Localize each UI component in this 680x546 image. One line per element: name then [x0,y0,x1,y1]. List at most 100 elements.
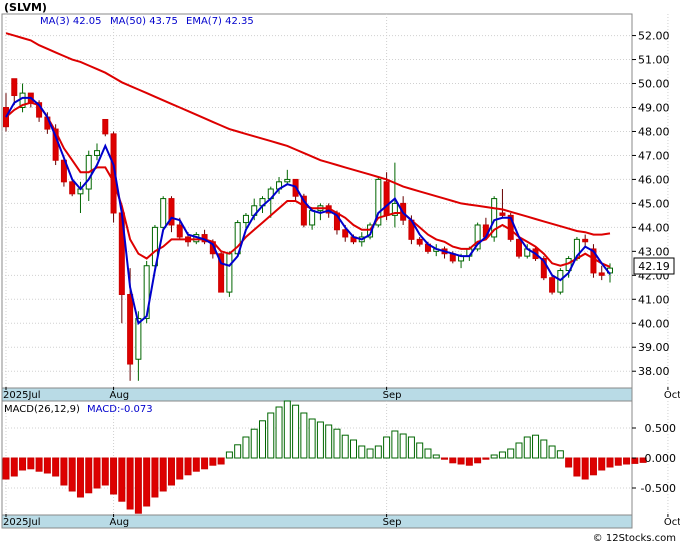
macd-bar [614,457,622,466]
macd-bar [217,457,225,465]
macd-bar [523,436,531,459]
candle-body [94,150,101,156]
macd-bar [19,457,27,471]
candle-body [499,212,506,216]
macd-bar [482,457,490,460]
macd-label: MACD(26,12,9) [4,404,80,415]
macd-value-label: MACD:-0.073 [87,404,153,415]
macd-bar [333,428,341,459]
macd-bar [300,412,308,459]
candle-body [242,214,249,224]
macd-bar [573,457,581,477]
macd-bar [60,457,68,486]
macd-bar [201,457,209,470]
price-tick-label: 49.00 [638,102,670,115]
macd-bar [176,457,184,480]
macd-bar [457,457,465,465]
candle-body [515,238,522,257]
macd-bar [399,433,407,459]
macd-bar [184,457,192,476]
macd-bar [159,457,167,492]
macd-bar [267,412,275,459]
price-tick-label: 44.00 [638,221,670,234]
macd-bar [10,457,18,477]
macd-bar [93,457,101,489]
macd-bar [275,406,283,459]
candle-body [284,178,291,183]
price-tick-label: 38.00 [638,365,670,378]
macd-bar [540,439,548,459]
candle-body [102,118,109,135]
date-label: Oct [664,390,680,401]
macd-bar [250,428,258,459]
price-tick-label: 40.00 [638,317,670,330]
macd-bar [449,457,457,464]
macd-bar [581,457,589,480]
macd-bar [118,457,126,502]
macd-bar [374,445,382,459]
macd-bar [391,430,399,459]
date-label: Aug [110,390,130,401]
candle-body [160,198,167,228]
macd-bar [424,448,432,459]
price-date-strip [1,387,633,402]
price-tick-label: 41.00 [638,293,670,306]
macd-bar [441,457,449,460]
candle-body [549,277,556,293]
macd-bar [134,457,142,514]
price-tick-label: 52.00 [638,30,670,43]
price-tick-label: 45.00 [638,197,670,210]
macd-bar [606,457,614,468]
candle-body [309,210,316,226]
macd-bar [548,445,556,459]
macd-bar [292,404,300,459]
macd-bar [27,457,35,470]
price-tick-label: 47.00 [638,149,670,162]
candle-body [598,272,605,276]
date-label: Aug [110,517,130,528]
price-tick-label: 48.00 [638,125,670,138]
macd-bar [589,457,597,476]
macd-bar [209,457,217,466]
macd-bar [416,442,424,459]
macd-bar [383,436,391,459]
macd-bar [242,436,250,459]
date-label: Sep [383,390,402,401]
macd-tick-label: -0.500 [641,482,676,495]
macd-bar [556,450,564,459]
macd-bar [68,457,76,492]
ticker-label: (SLVM) [4,1,47,14]
price-tick-label: 39.00 [638,341,670,354]
price-tick-label: 46.00 [638,173,670,186]
macd-bar [565,457,573,468]
macd-bar [631,457,639,464]
candle-body [416,238,423,245]
candle-body [176,224,183,238]
macd-bar [151,457,159,498]
macd-bar [316,421,324,459]
macd-bar [225,451,233,459]
macd-bar [43,457,51,474]
macd-bar [532,434,540,459]
macd-bar [515,442,523,459]
price-tick-label: 51.00 [638,54,670,67]
macd-tick-label: 0.500 [645,422,677,435]
macd-bar [167,457,175,486]
macd-bar [432,454,440,459]
macd-bar [465,457,473,466]
date-label: Oct [664,517,680,528]
macd-bar [490,454,498,459]
macd-bar [283,400,291,459]
macd-bar [192,457,200,472]
macd-bar [598,457,606,471]
legend-ma50: MA(50) 43.75 [110,16,178,27]
macd-bar [474,457,482,464]
macd-bar [85,457,93,494]
macd-bar [498,451,506,459]
date-label: Sep [383,517,402,528]
legend-ma3: MA(3) 42.05 [40,16,101,27]
macd-bar [101,457,109,486]
candle-body [226,253,233,293]
macd-bar [52,457,60,477]
date-label: 2025Jul [3,390,41,401]
